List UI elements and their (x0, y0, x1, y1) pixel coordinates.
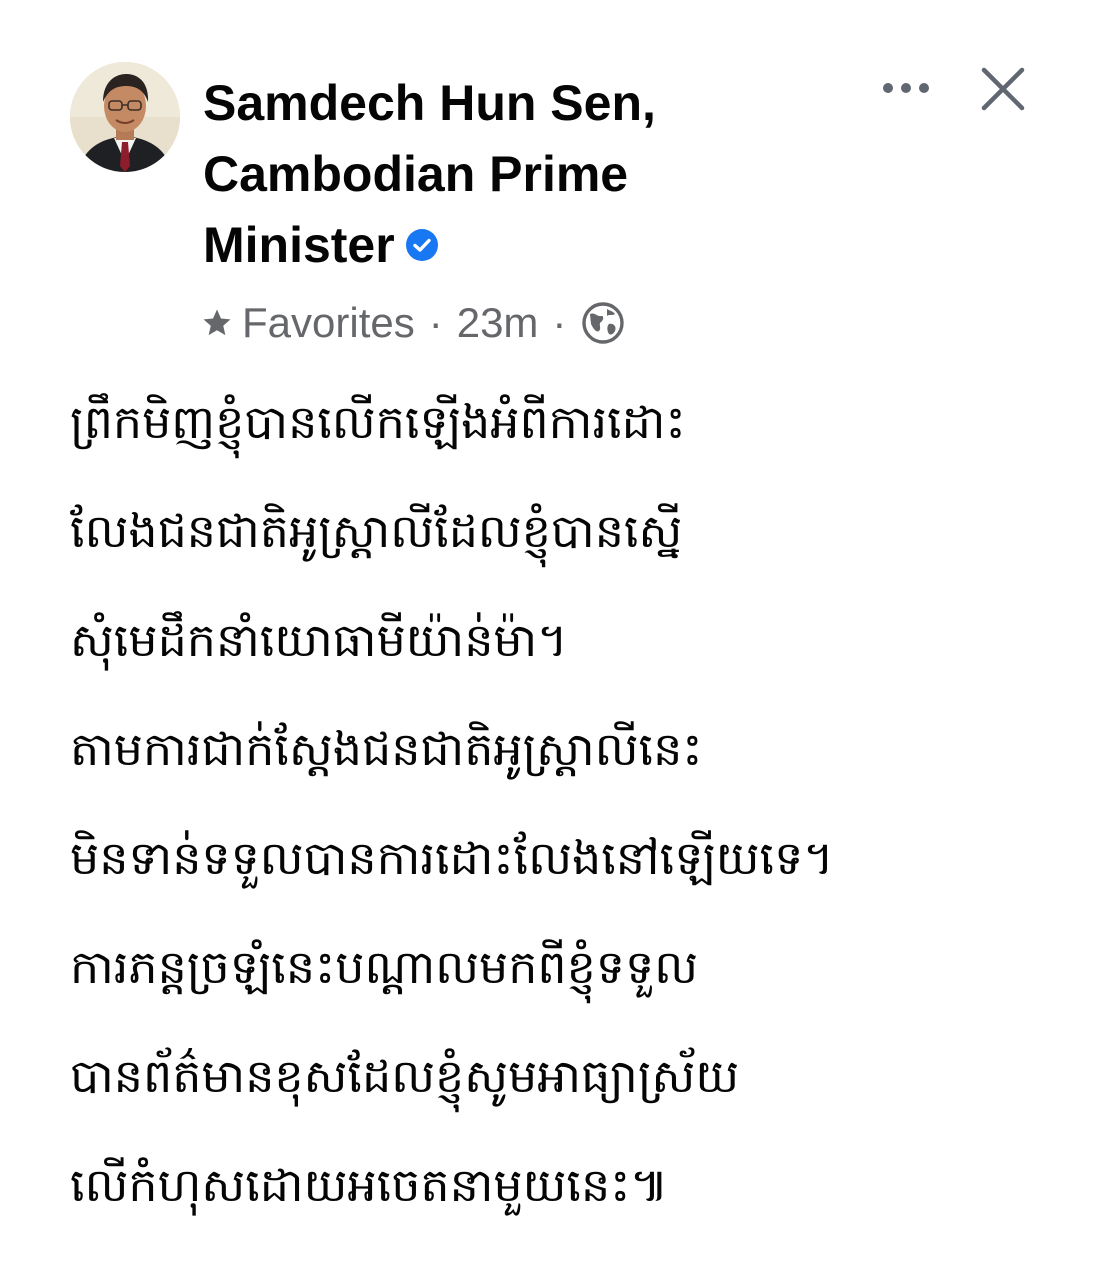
post-timestamp[interactable]: 23m (457, 299, 539, 347)
close-icon[interactable] (980, 66, 1026, 112)
verified-badge-icon (405, 228, 438, 261)
post-body-line: ព្រឹកមិញខ្ញុំបានលើកឡើងអំពីការដោះ (70, 395, 686, 449)
post-body-line: លើកំហុសដោយអចេតនាមួយនេះ៕ (70, 1158, 669, 1212)
author-name-link[interactable]: Samdech Hun Sen, Cambodian Prime Ministe… (203, 68, 763, 281)
meta-separator: · (428, 299, 443, 346)
post-body-line: តាមការជាក់ស្តែងជនជាតិអូស្ត្រាលីនេះ (70, 722, 703, 776)
star-icon (203, 309, 231, 336)
post-card: Samdech Hun Sen, Cambodian Prime Ministe… (0, 0, 1095, 1280)
post-body-line: ការភន្តច្រឡំនេះបណ្តាលមកពីខ្ញុំទទួល (70, 940, 699, 994)
more-options-button[interactable] (876, 66, 936, 110)
audience-label[interactable]: Favorites (242, 299, 415, 347)
profile-photo (70, 62, 180, 172)
post-body-line: បានព័ត៌មានខុសដែលខ្ញុំសូមអាធ្យាស្រ័យ (70, 1049, 740, 1103)
post-body: ព្រឹកមិញខ្ញុំបានលើកឡើងអំពីការដោះ លែងជនជា… (70, 372, 1070, 1244)
globe-icon[interactable] (580, 300, 626, 346)
post-body-line: លែងជនជាតិអូស្ត្រាលីដែលខ្ញុំបានស្នើ (70, 504, 683, 558)
meta-separator: · (552, 299, 567, 346)
post-body-line: មិនទាន់ទទួលបានការដោះលែងនៅឡើយទេ។ (70, 831, 834, 885)
author-avatar[interactable] (70, 62, 180, 172)
post-meta: Favorites · 23m · (200, 293, 626, 353)
post-body-line: សុំមេដឹកនាំយោធាមីយ៉ាន់ម៉ា។ (70, 613, 568, 667)
